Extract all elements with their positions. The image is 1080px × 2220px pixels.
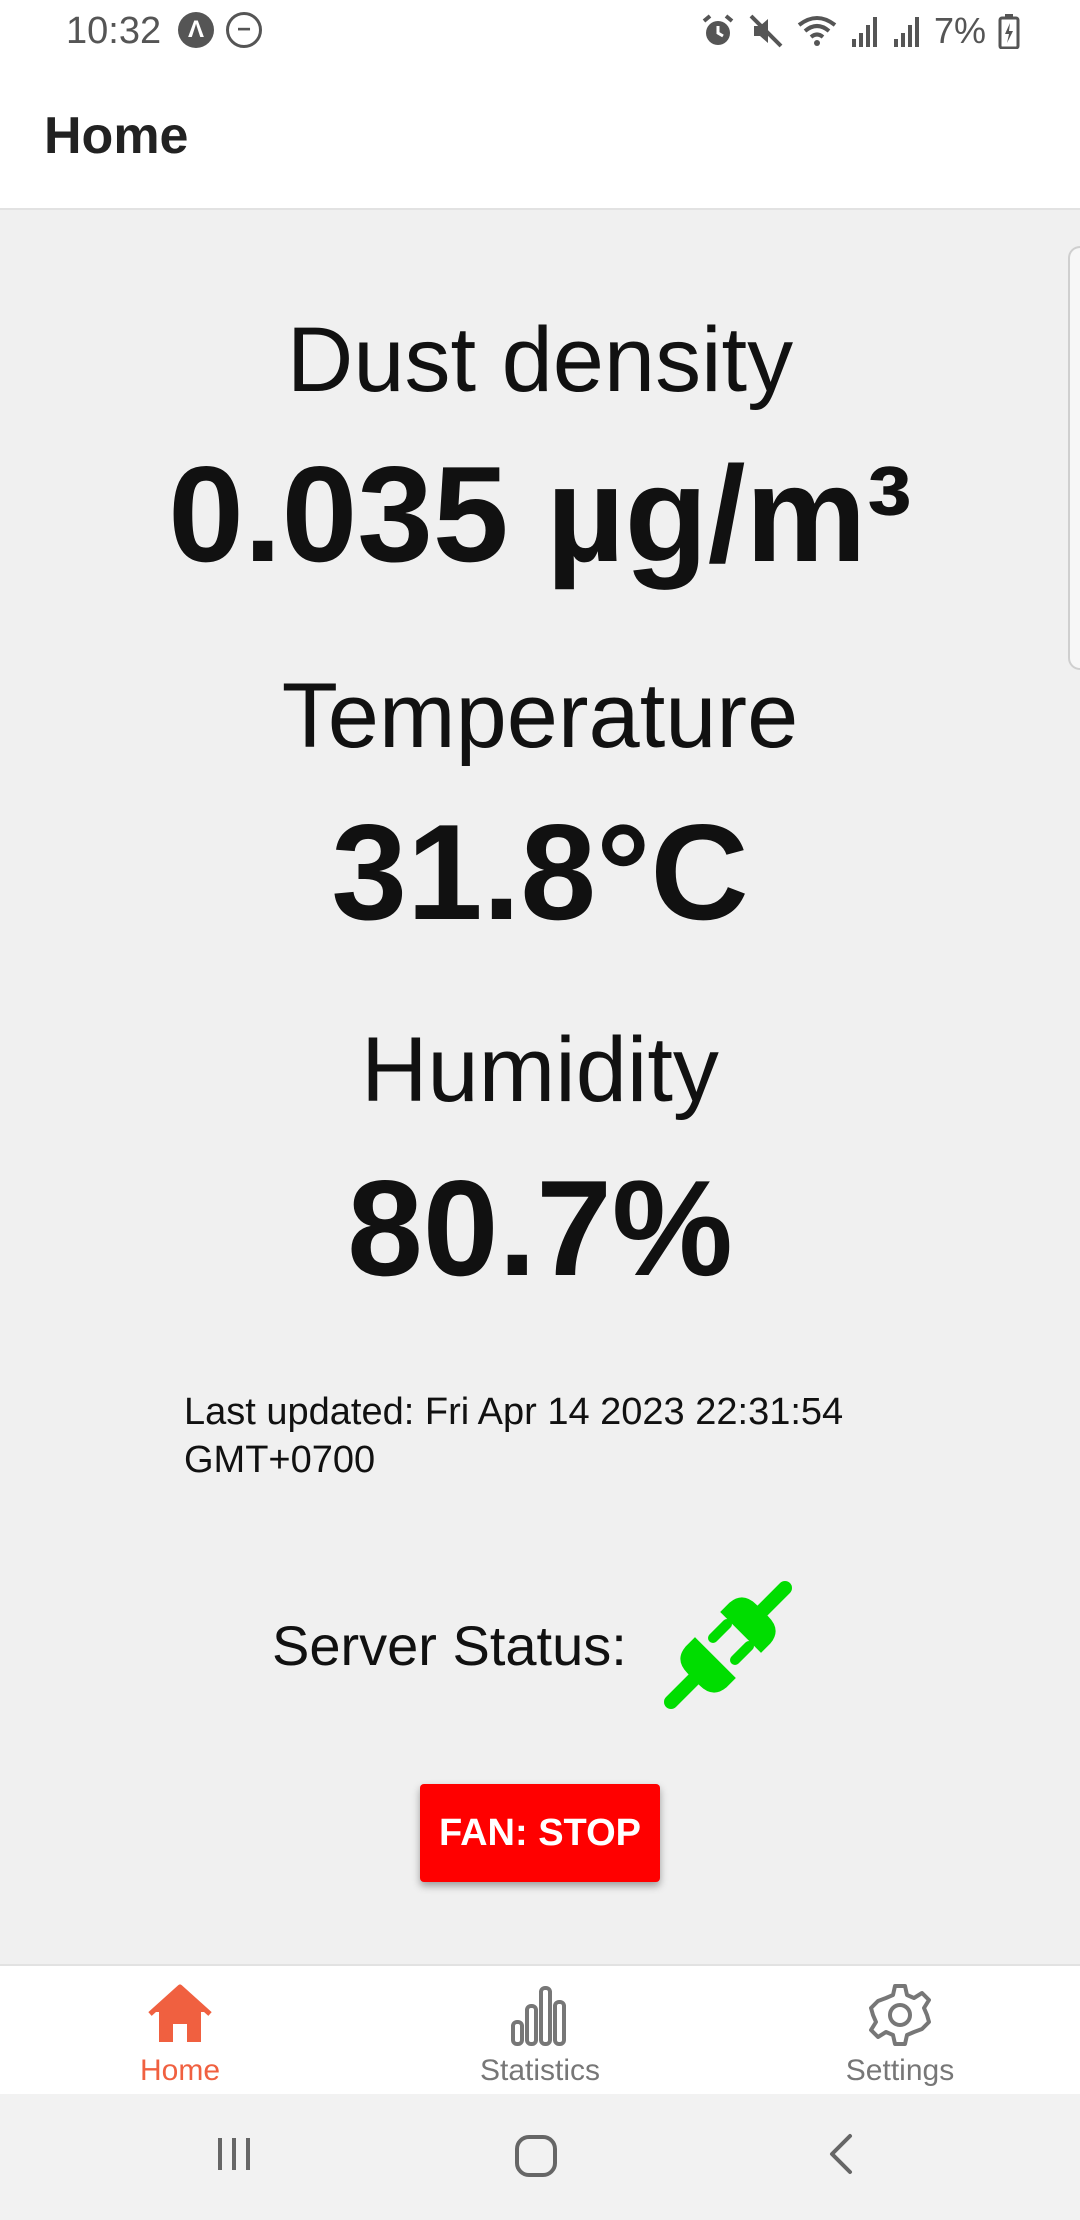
system-navigation-bar (0, 2094, 1080, 2220)
do-not-disturb-icon: − (226, 12, 262, 48)
plug-connected-icon (663, 1581, 792, 1709)
server-status-row: Server Status: (272, 1578, 795, 1712)
signal-icon-2 (893, 17, 919, 47)
home-icon (148, 1984, 212, 2042)
recent-apps-icon[interactable] (212, 2132, 256, 2176)
dust-density-value: 0.035 µg/m³ (168, 438, 912, 590)
main-content[interactable]: Dust density 0.035 µg/m³ Temperature 31.… (0, 210, 1080, 1964)
signal-icon (851, 17, 877, 47)
status-right-icons: 7% (700, 10, 1020, 52)
nav-label-statistics: Statistics (479, 2054, 601, 2087)
nav-item-statistics[interactable]: Statistics (360, 1966, 720, 2094)
app-notification-icon: Λ (178, 12, 214, 48)
battery-charging-icon (998, 14, 1020, 49)
battery-percent: 7% (933, 10, 986, 51)
nav-label-settings: Settings (845, 2054, 955, 2087)
status-time: 10:32 (66, 10, 162, 52)
app-bar: Home (0, 64, 1080, 210)
bar-chart-icon (511, 1986, 566, 2046)
page-title: Home (44, 107, 189, 165)
mute-icon (749, 14, 783, 48)
nav-item-settings[interactable]: Settings (720, 1966, 1080, 2094)
gear-icon (869, 1984, 931, 2046)
humidity-value: 80.7% (347, 1152, 733, 1304)
humidity-label: Humidity (361, 1019, 719, 1121)
status-bar: 10:32 Λ − 7% (0, 0, 1080, 64)
wifi-icon (797, 16, 837, 46)
home-button-icon[interactable] (512, 2132, 560, 2180)
alarm-icon (702, 14, 734, 45)
bottom-navigation: Home Statistics Settings (0, 1964, 1080, 2094)
nav-item-home[interactable]: Home (0, 1966, 360, 2094)
last-updated-text: Last updated: Fri Apr 14 2023 22:31:54 G… (184, 1391, 844, 1481)
nav-label-home: Home (139, 2054, 221, 2087)
fan-toggle-button[interactable]: FAN: STOP (420, 1784, 660, 1882)
dust-density-label: Dust density (286, 309, 794, 411)
server-status-label: Server Status: (272, 1613, 627, 1677)
status-left-icons: Λ − (178, 12, 262, 48)
temperature-label: Temperature (281, 665, 799, 767)
back-icon[interactable] (820, 2132, 864, 2176)
temperature-value: 31.8°C (331, 796, 749, 948)
